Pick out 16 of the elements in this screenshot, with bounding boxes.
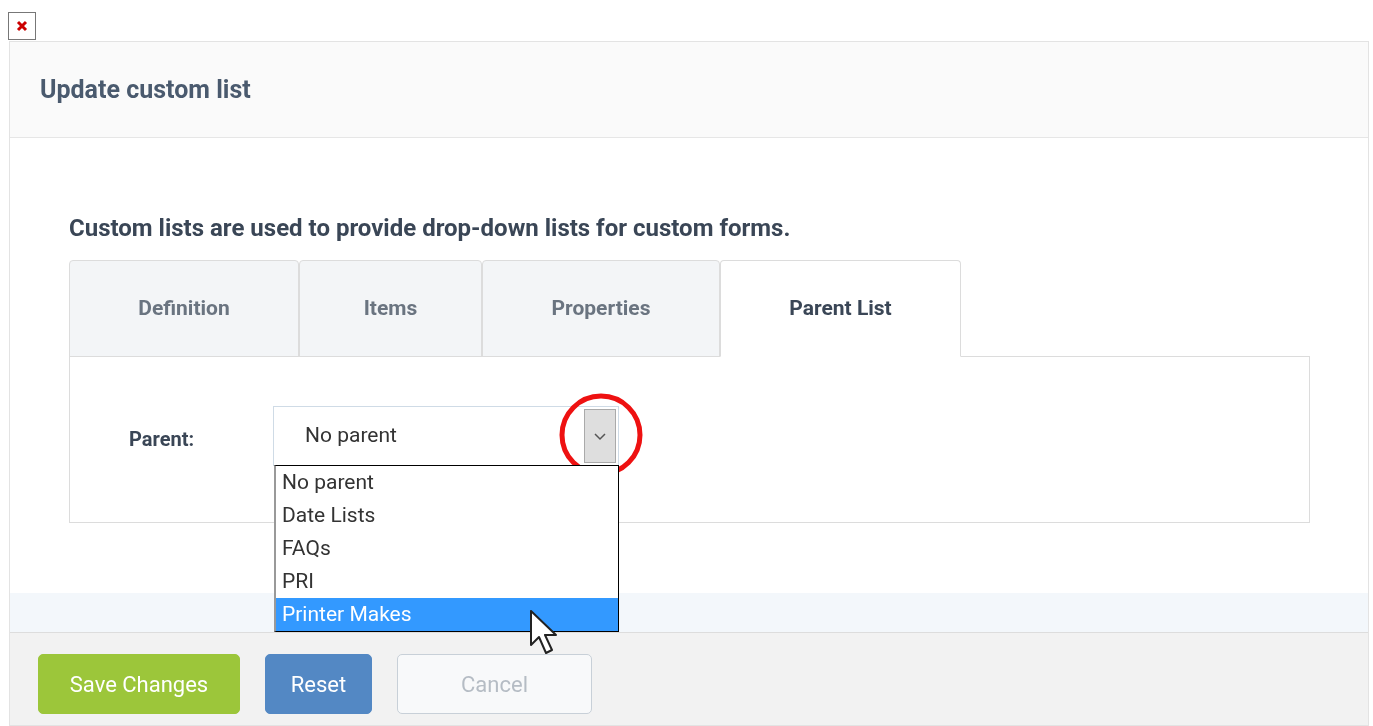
dropdown-option[interactable]: No parent — [276, 466, 618, 499]
dropdown-option[interactable]: Printer Makes — [276, 598, 618, 631]
chevron-down-icon — [593, 431, 607, 441]
dropdown-option[interactable]: Date Lists — [276, 499, 618, 532]
dropdown-option[interactable]: FAQs — [276, 532, 618, 565]
parent-select[interactable]: No parent — [273, 406, 619, 466]
dropdown-option[interactable]: PRI — [276, 565, 618, 598]
action-button[interactable]: Reset — [265, 654, 372, 714]
broken-image-icon — [8, 12, 36, 40]
tab[interactable]: Items — [299, 260, 482, 357]
tab[interactable]: Parent List — [720, 260, 961, 357]
panel-title: Update custom list — [40, 73, 251, 106]
parent-label: Parent: — [128, 426, 196, 453]
intro-text: Custom lists are used to provide drop-down lists for custom forms. — [69, 213, 792, 244]
tab[interactable]: Properties — [482, 260, 720, 357]
tab[interactable]: Definition — [69, 260, 299, 357]
